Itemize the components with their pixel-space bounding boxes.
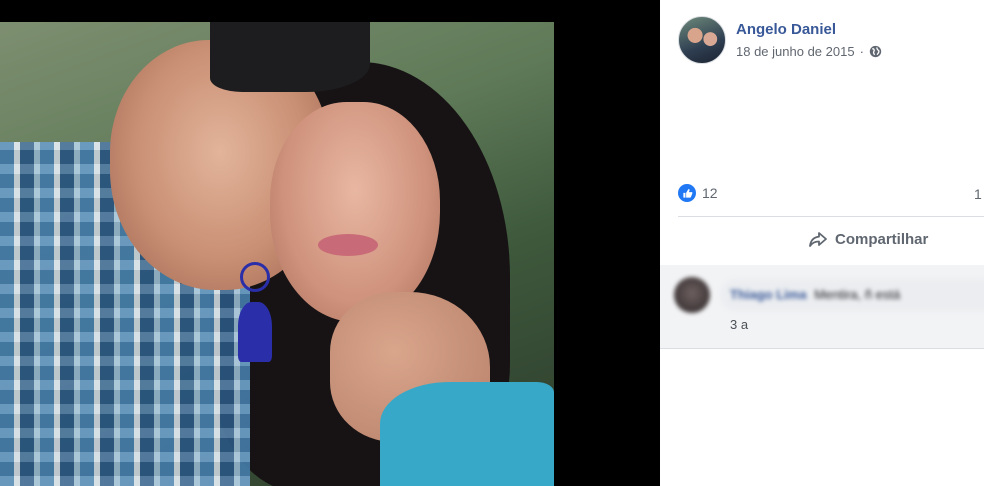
photo-earring	[240, 262, 270, 292]
divider	[678, 216, 984, 217]
like-icon	[678, 184, 696, 202]
author-block: Angelo Daniel 18 de junho de 2015 ·	[736, 21, 882, 59]
author-name[interactable]: Angelo Daniel	[736, 21, 882, 38]
photo-cap	[210, 22, 370, 92]
like-count: 12	[702, 185, 718, 201]
post-date[interactable]: 18 de junho de 2015	[736, 44, 855, 59]
meta-separator: ·	[859, 44, 864, 59]
share-label: Compartilhar	[835, 230, 929, 248]
globe-icon[interactable]	[869, 45, 882, 58]
photo-woman-face	[270, 102, 440, 322]
share-icon	[808, 229, 828, 249]
reactions-summary[interactable]: 12	[678, 184, 718, 202]
post-header: Angelo Daniel 18 de junho de 2015 ·	[678, 16, 882, 64]
comment-time[interactable]: 3 a	[730, 317, 748, 332]
photo-tassel	[238, 302, 272, 362]
comment-count[interactable]: 1	[974, 186, 982, 202]
commenter-name[interactable]: Thiago Lima	[730, 287, 807, 302]
comment-bubble: Thiago Lima Mentira, ñ está	[720, 279, 984, 311]
comments-section: Thiago Lima Mentira, ñ está 3 a	[660, 265, 984, 348]
divider	[660, 348, 984, 349]
post-sidebar: Angelo Daniel 18 de junho de 2015 · 12 1…	[660, 0, 984, 486]
photo-lips	[318, 234, 378, 256]
commenter-avatar[interactable]	[674, 277, 710, 313]
photo-viewer: Angelo Daniel 18 de junho de 2015 · 12 1…	[0, 0, 984, 486]
author-avatar[interactable]	[678, 16, 726, 64]
share-button[interactable]: Compartilhar	[808, 229, 928, 249]
post-meta: 18 de junho de 2015 ·	[736, 44, 882, 59]
comment-text: Mentira, ñ está	[814, 287, 901, 302]
photo-top	[380, 382, 554, 486]
photo-pane	[0, 0, 660, 486]
post-photo[interactable]	[0, 22, 554, 486]
